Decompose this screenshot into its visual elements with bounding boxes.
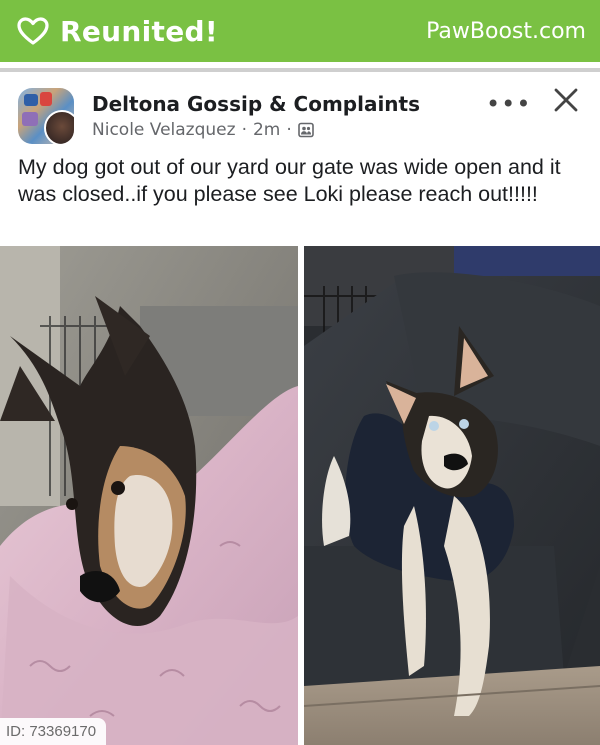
group-avatar[interactable] (18, 88, 74, 144)
post-meta: Nicole Velazquez · 2m · (92, 120, 314, 140)
meta-separator: · (241, 120, 247, 140)
reunited-banner: Reunited! PawBoost.com (0, 0, 600, 62)
post-body-text: My dog got out of our yard our gate was … (18, 155, 561, 206)
ellipsis-icon[interactable]: ••• (486, 90, 531, 118)
divider (0, 68, 600, 72)
heart-outline-icon (17, 17, 49, 45)
photo-dog-couch-art (304, 246, 600, 745)
author-name[interactable]: Nicole Velazquez (92, 120, 236, 140)
meta-separator: · (286, 120, 292, 140)
post-time[interactable]: 2m (253, 120, 280, 140)
id-badge: ID: 73369170 (0, 718, 107, 745)
author-avatar[interactable] (44, 110, 74, 144)
brand-link[interactable]: PawBoost.com (426, 19, 586, 44)
group-privacy-icon (297, 122, 314, 138)
close-icon[interactable] (552, 86, 580, 114)
banner-title: Reunited! (60, 14, 218, 48)
photo-dog-couch[interactable] (304, 246, 600, 745)
group-name[interactable]: Deltona Gossip & Complaints (92, 92, 420, 116)
banner-left: Reunited! (16, 15, 218, 48)
post-header: Deltona Gossip & Complaints Nicole Velaz… (18, 86, 588, 146)
photo-dog-blanket[interactable] (0, 246, 298, 745)
photo-dog-blanket-art (0, 246, 298, 745)
